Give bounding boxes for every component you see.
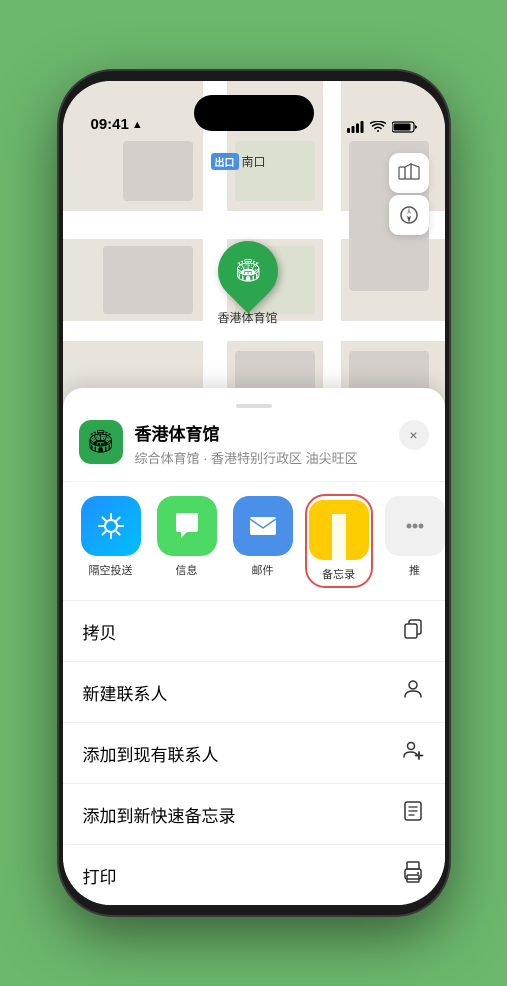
- map-type-button[interactable]: [389, 153, 429, 193]
- share-row: 隔空投送 信息: [63, 482, 445, 601]
- share-item-airdrop[interactable]: 隔空投送: [79, 496, 143, 586]
- dynamic-island: [194, 95, 314, 131]
- note-svg: [401, 799, 425, 823]
- location-button[interactable]: [389, 195, 429, 235]
- share-item-notes[interactable]: 备忘录: [307, 496, 371, 586]
- messages-label: 信息: [176, 562, 198, 578]
- action-quick-note[interactable]: 添加到新快速备忘录: [63, 784, 445, 845]
- messages-svg: [171, 510, 203, 542]
- airdrop-label: 隔空投送: [89, 562, 133, 578]
- print-svg: [401, 860, 425, 884]
- action-new-contact[interactable]: 新建联系人: [63, 662, 445, 723]
- mail-label: 邮件: [252, 562, 274, 578]
- map-label: 出口 南口: [211, 153, 266, 170]
- location-arrow: ▲: [132, 119, 143, 131]
- new-contact-label: 新建联系人: [83, 680, 168, 705]
- person-add-svg: [401, 738, 425, 762]
- airdrop-svg: [96, 511, 126, 541]
- bottom-sheet: 🏟 香港体育馆 综合体育馆 · 香港特别行政区 油尖旺区 ×: [63, 388, 445, 905]
- compass-icon: [399, 205, 419, 225]
- share-item-mail[interactable]: 邮件: [231, 496, 295, 586]
- quick-note-icon: [401, 799, 425, 829]
- phone-frame: 09:41 ▲: [59, 71, 449, 915]
- share-item-more[interactable]: 推: [383, 496, 445, 586]
- share-item-messages[interactable]: 信息: [155, 496, 219, 586]
- phone-screen: 09:41 ▲: [63, 81, 445, 905]
- map-label-text: 南口: [242, 153, 266, 170]
- map-type-icon: [398, 162, 420, 184]
- stadium-icon: 🏟: [234, 258, 262, 284]
- print-icon: [401, 860, 425, 890]
- stadium-pin: 🏟 香港体育馆: [218, 241, 278, 326]
- map-controls: [389, 153, 429, 235]
- status-icons: [347, 121, 417, 133]
- close-button[interactable]: ×: [399, 420, 429, 450]
- sheet-handle: [236, 404, 272, 408]
- airdrop-icon: [81, 496, 141, 556]
- pin-circle: 🏟: [205, 229, 290, 314]
- map-label-badge: 出口: [211, 153, 239, 170]
- status-time: 09:41 ▲: [91, 116, 143, 133]
- action-copy[interactable]: 拷贝: [63, 601, 445, 662]
- location-header: 🏟 香港体育馆 综合体育馆 · 香港特别行政区 油尖旺区 ×: [63, 420, 445, 482]
- new-contact-icon: [401, 677, 425, 707]
- mail-svg: [247, 510, 279, 542]
- more-label: 推: [409, 562, 420, 578]
- action-add-contact[interactable]: 添加到现有联系人: [63, 723, 445, 784]
- venue-name: 香港体育馆: [135, 420, 399, 445]
- time-display: 09:41: [91, 116, 129, 133]
- more-icon: [385, 496, 445, 556]
- action-print[interactable]: 打印: [63, 845, 445, 905]
- copy-icon: [401, 616, 425, 646]
- add-contact-icon: [401, 738, 425, 768]
- notes-icon: [309, 500, 369, 560]
- notes-label: 备忘录: [322, 566, 355, 582]
- copy-label: 拷贝: [83, 619, 117, 644]
- copy-svg: [401, 616, 425, 640]
- signal-icon: [347, 121, 364, 133]
- more-dots-icon: [401, 512, 429, 540]
- battery-icon: [392, 121, 417, 133]
- action-list: 拷贝 新建联系人: [63, 601, 445, 905]
- add-contact-label: 添加到现有联系人: [83, 741, 219, 766]
- venue-description: 综合体育馆 · 香港特别行政区 油尖旺区: [135, 448, 399, 467]
- location-venue-icon: 🏟: [79, 420, 123, 464]
- person-svg: [401, 677, 425, 701]
- print-label: 打印: [83, 863, 117, 888]
- wifi-icon: [370, 121, 386, 133]
- mail-icon: [233, 496, 293, 556]
- location-info: 香港体育馆 综合体育馆 · 香港特别行政区 油尖旺区: [135, 420, 399, 467]
- messages-icon: [157, 496, 217, 556]
- close-icon: ×: [409, 427, 417, 443]
- quick-note-label: 添加到新快速备忘录: [83, 802, 236, 827]
